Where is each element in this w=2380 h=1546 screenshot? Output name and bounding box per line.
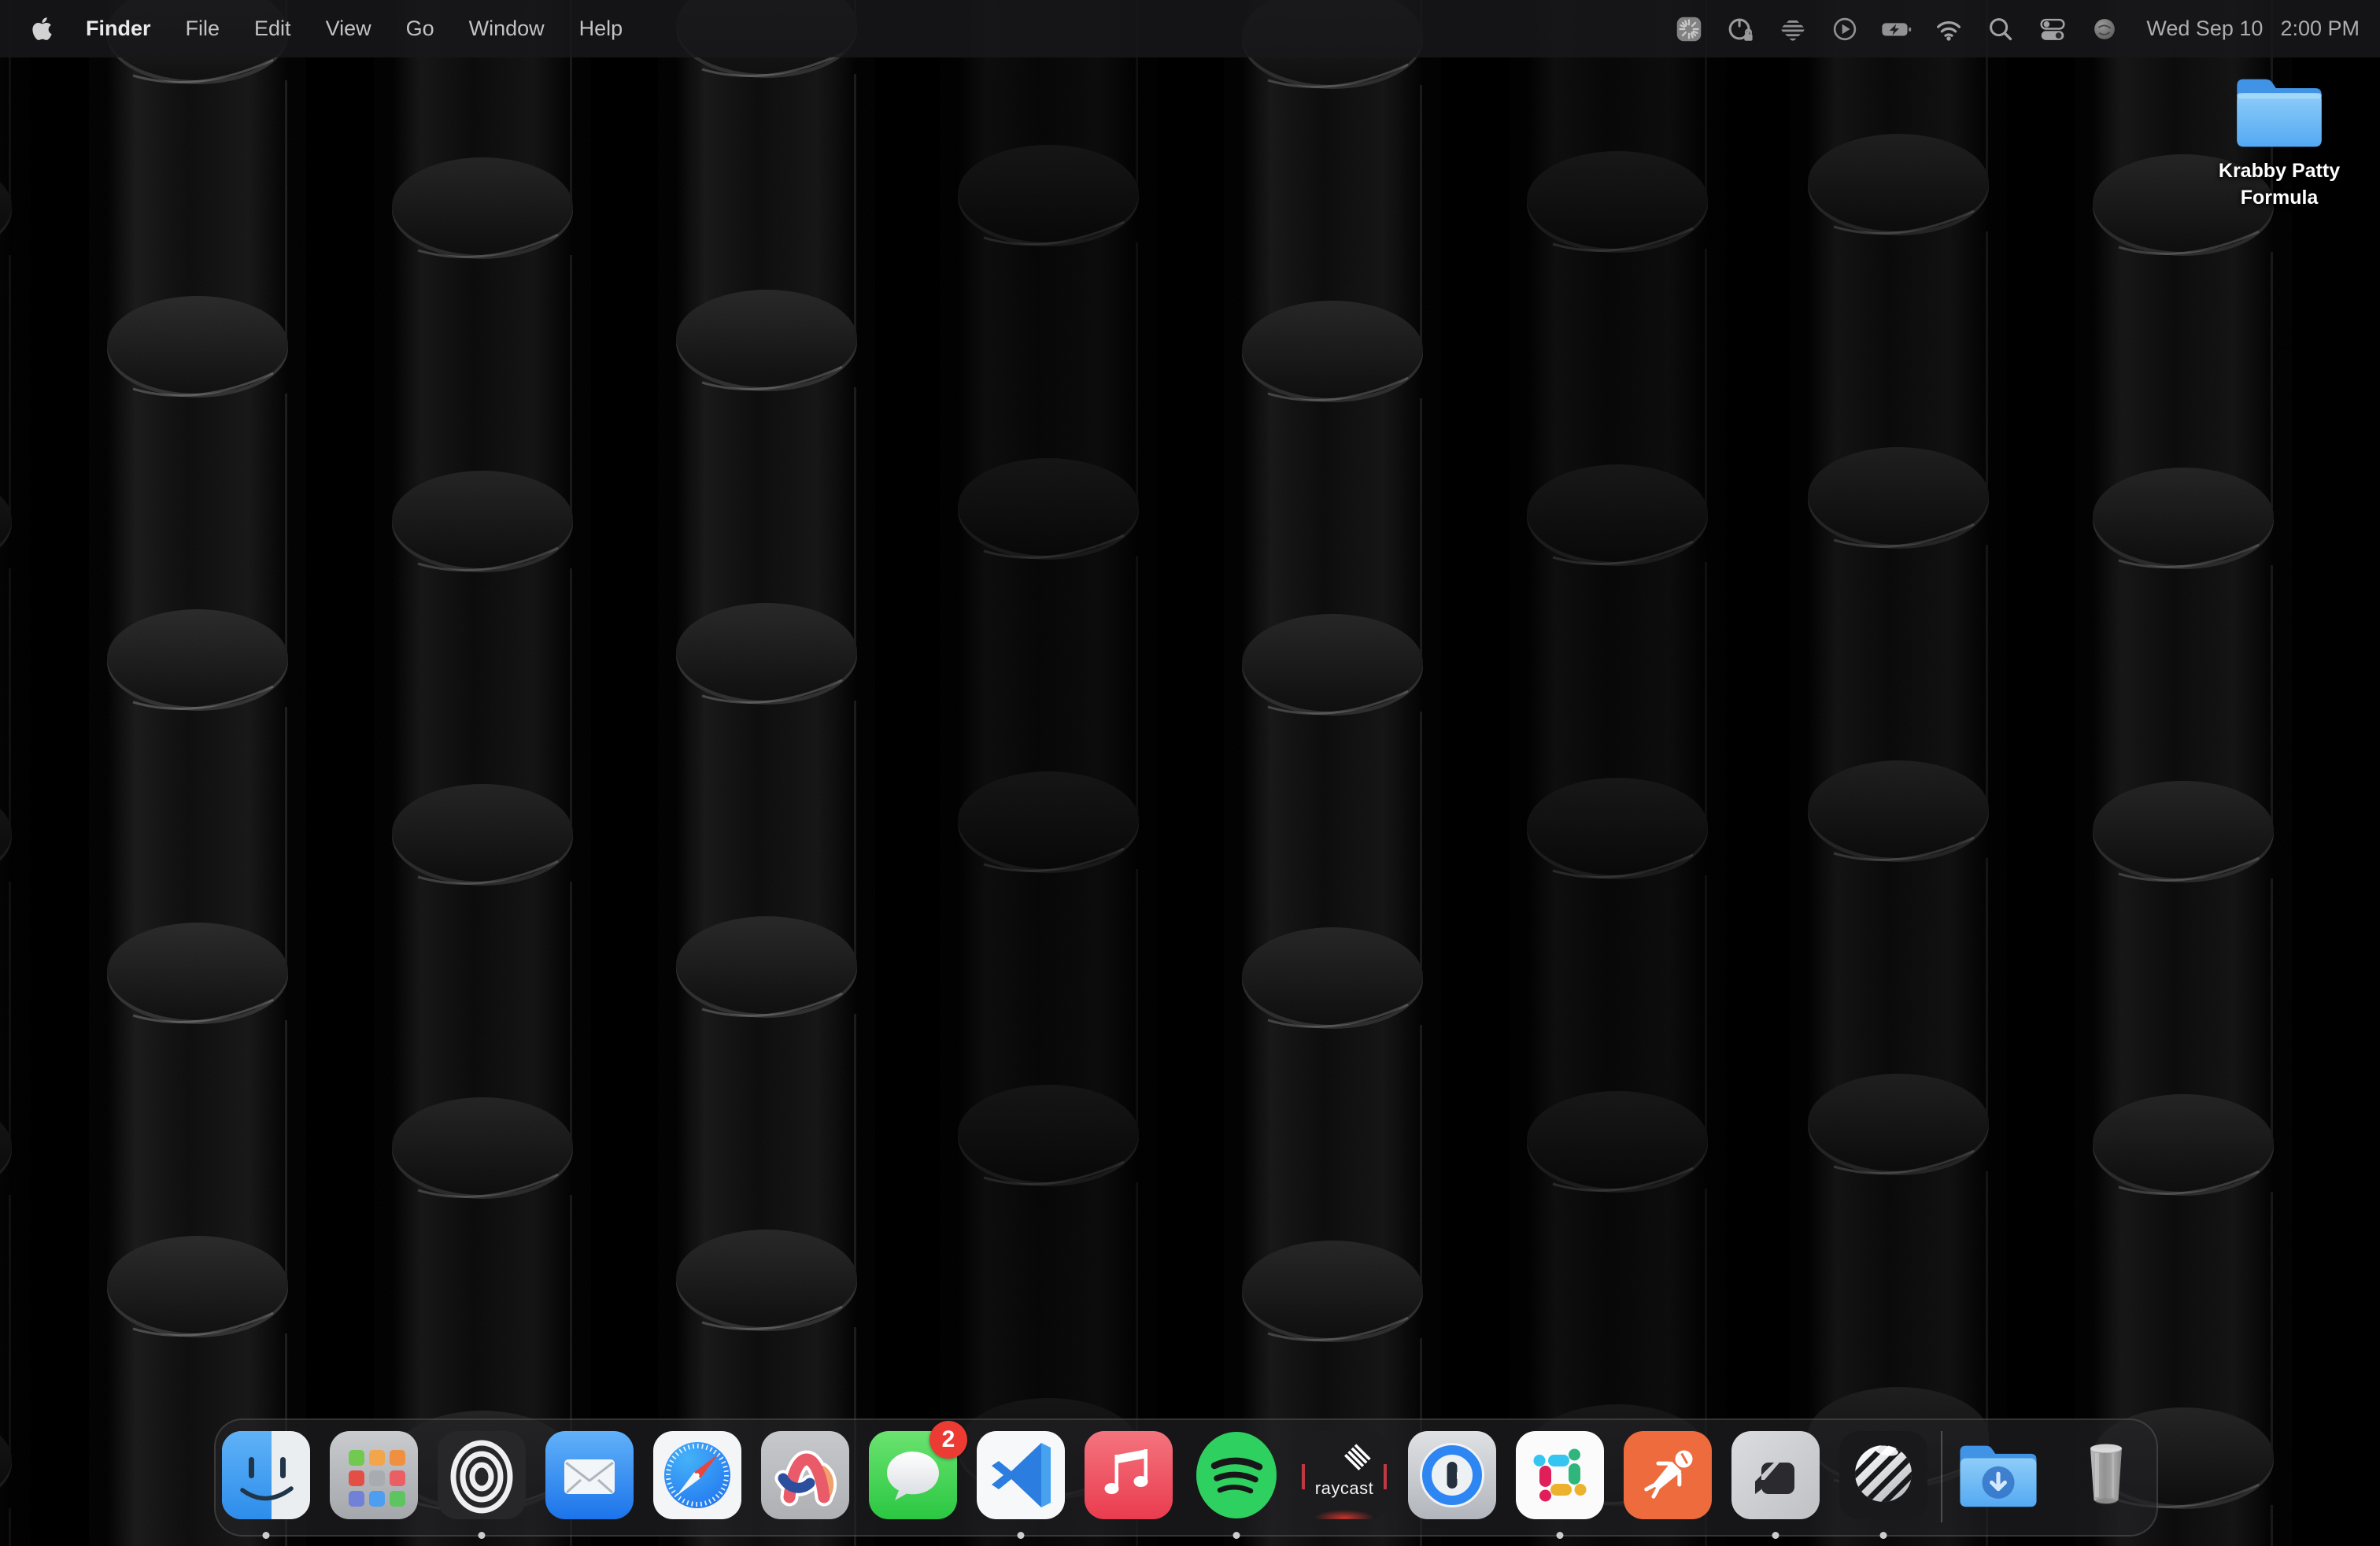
notification-badge: 2 xyxy=(929,1421,967,1459)
apple-music-icon xyxy=(1085,1431,1173,1519)
assistant-circle-icon[interactable] xyxy=(2087,12,2122,46)
safari-icon xyxy=(653,1431,741,1519)
dock-item-1password[interactable] xyxy=(1408,1431,1496,1519)
sunburst-icon[interactable] xyxy=(1672,12,1706,46)
menu-finder[interactable]: Finder xyxy=(68,0,168,57)
dock-item-launchpad[interactable] xyxy=(330,1431,418,1519)
menu-go[interactable]: Go xyxy=(389,0,452,57)
running-indicator xyxy=(1557,1532,1564,1539)
running-indicator xyxy=(1880,1532,1887,1539)
dock-divider xyxy=(1941,1431,1942,1522)
dock-item-arc-browser[interactable] xyxy=(761,1431,849,1519)
menu-bar: Finder File Edit View Go Window Help xyxy=(0,0,2380,57)
dock-item-safari[interactable] xyxy=(653,1431,741,1519)
trash-icon xyxy=(2062,1431,2150,1519)
desktop-folder-krabby-patty-formula[interactable]: Krabby Patty Formula xyxy=(2201,72,2358,211)
dock-item-finder[interactable] xyxy=(222,1431,310,1519)
spotlight-search-icon[interactable] xyxy=(1983,12,2018,46)
clock-date: Wed Sep 10 xyxy=(2146,17,2263,41)
dock: 2 xyxy=(214,1418,2158,1537)
linear-icon xyxy=(1839,1431,1927,1519)
downloads-folder-icon xyxy=(1954,1440,2042,1511)
menu-view[interactable]: View xyxy=(309,0,389,57)
dock-item-raycast[interactable]: raycast xyxy=(1300,1431,1388,1519)
arc-browser-icon xyxy=(761,1431,849,1519)
battery-charging-icon[interactable] xyxy=(1879,12,1914,46)
running-indicator xyxy=(1233,1532,1240,1539)
dock-item-concentric-circles-app[interactable] xyxy=(438,1431,526,1519)
dock-item-messages[interactable]: 2 xyxy=(869,1431,957,1519)
dock-item-dia[interactable] xyxy=(1731,1431,1820,1519)
postman-icon xyxy=(1624,1431,1712,1519)
running-indicator xyxy=(479,1532,486,1539)
menu-file[interactable]: File xyxy=(168,0,238,57)
dock-item-vscode[interactable] xyxy=(977,1431,1065,1519)
control-center-icon[interactable] xyxy=(2035,12,2070,46)
status-area: Wed Sep 10 2:00 PM xyxy=(1663,12,2360,46)
striped-diamond-icon[interactable] xyxy=(1776,12,1810,46)
mail-icon xyxy=(545,1431,634,1519)
clock-time: 2:00 PM xyxy=(2280,17,2360,41)
apple-icon xyxy=(31,16,53,42)
folder-icon xyxy=(2230,72,2328,151)
menu-window[interactable]: Window xyxy=(452,0,562,57)
dock-item-downloads-folder[interactable] xyxy=(1954,1431,2042,1519)
slack-icon xyxy=(1516,1431,1604,1519)
dia-icon xyxy=(1731,1431,1820,1519)
dock-item-apple-music[interactable] xyxy=(1085,1431,1173,1519)
menu-clock[interactable]: Wed Sep 10 2:00 PM xyxy=(2146,17,2360,41)
dock-item-mail[interactable] xyxy=(545,1431,634,1519)
concentric-circles-icon xyxy=(438,1431,526,1519)
spotify-icon xyxy=(1192,1431,1281,1519)
folder-label: Krabby Patty Formula xyxy=(2204,157,2355,211)
menu-help[interactable]: Help xyxy=(562,0,641,57)
app-menus: Finder File Edit View Go Window Help xyxy=(20,0,640,57)
dock-item-trash[interactable] xyxy=(2062,1431,2150,1519)
dock-item-spotify[interactable] xyxy=(1192,1431,1281,1519)
running-indicator xyxy=(1772,1532,1779,1539)
timer-lock-icon[interactable] xyxy=(1724,12,1758,46)
vscode-icon xyxy=(977,1431,1065,1519)
running-indicator xyxy=(263,1532,270,1539)
launchpad-icon xyxy=(330,1431,418,1519)
raycast-icon xyxy=(1300,1431,1388,1519)
raycast-label: raycast xyxy=(1300,1478,1388,1499)
finder-icon xyxy=(222,1431,310,1519)
running-indicator xyxy=(1018,1532,1025,1539)
desktop-wallpaper xyxy=(0,0,2380,1546)
1password-icon xyxy=(1408,1431,1496,1519)
dock-item-slack[interactable] xyxy=(1516,1431,1604,1519)
apple-menu[interactable] xyxy=(20,16,68,42)
dock-item-postman[interactable] xyxy=(1624,1431,1712,1519)
menu-edit[interactable]: Edit xyxy=(237,0,309,57)
now-playing-icon[interactable] xyxy=(1828,12,1862,46)
dock-item-linear[interactable] xyxy=(1839,1431,1927,1519)
wifi-icon[interactable] xyxy=(1931,12,1966,46)
